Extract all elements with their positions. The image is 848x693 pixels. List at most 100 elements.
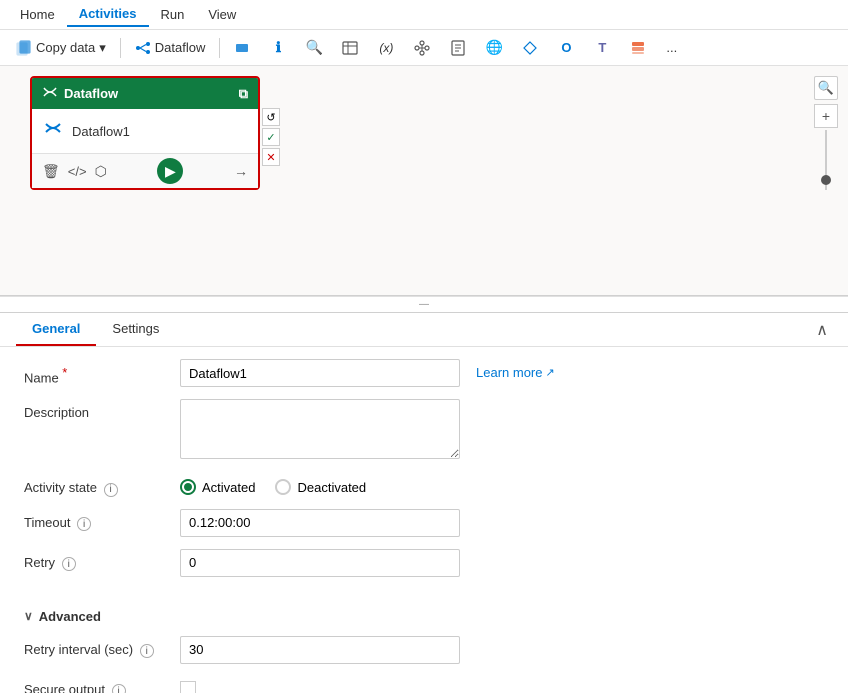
copy-data-button[interactable]: Copy data ▾ [8, 36, 114, 60]
name-row: Name * Learn more ↗ [24, 359, 824, 387]
toolbar-icon-btn-5[interactable]: (x) [370, 36, 402, 60]
activity-state-info-icon[interactable]: i [104, 483, 118, 497]
node-body: Dataflow1 [32, 109, 258, 153]
zoom-controls: + [814, 76, 838, 192]
name-control [180, 359, 460, 387]
tabs-bar: General Settings ∧ [0, 313, 848, 347]
retry-interval-row: Retry interval (sec) i [24, 636, 824, 664]
toolbar-icon-btn-11[interactable]: T [586, 36, 618, 60]
timeout-input[interactable] [180, 509, 460, 537]
deactivated-radio[interactable] [275, 479, 291, 495]
name-input[interactable] [180, 359, 460, 387]
node-code-icon[interactable]: </> [68, 164, 87, 179]
node-delete-icon[interactable]: 🗑 [42, 163, 60, 180]
more-icon: ... [666, 40, 677, 55]
learn-more-label: Learn more [476, 365, 542, 380]
toolbar-more-button[interactable]: ... [658, 36, 685, 59]
stack-icon [630, 40, 646, 56]
activated-label: Activated [202, 480, 255, 495]
toolbar-icon-btn-9[interactable] [514, 36, 546, 60]
activity-state-label: Activity state i [24, 474, 164, 497]
dataflow-node: Dataflow ⧉ ↺ ✓ ✕ Dataflow1 🗑 </> ⬡ [30, 76, 260, 190]
toolbar-icon-btn-1[interactable] [226, 36, 258, 60]
teams-icon: T [594, 40, 610, 56]
advanced-section-header[interactable]: ∨ Advanced [0, 601, 848, 632]
copy-data-chevron: ▾ [99, 40, 106, 56]
toolbar-icon-btn-3[interactable]: 🔍 [298, 36, 330, 60]
retry-interval-input[interactable] [180, 636, 460, 664]
menu-view[interactable]: View [196, 3, 248, 26]
deactivated-label: Deactivated [297, 480, 366, 495]
activated-radio[interactable] [180, 479, 196, 495]
copy-data-label: Copy data [36, 40, 95, 55]
zoom-in-button[interactable]: + [814, 104, 838, 128]
script-icon [450, 40, 466, 56]
flow-icon [414, 40, 430, 56]
description-input[interactable] [180, 399, 460, 459]
collapse-handle[interactable]: — [0, 296, 848, 312]
collapse-icon: — [419, 299, 429, 310]
learn-more-icon: ↗ [545, 366, 554, 379]
menu-run[interactable]: Run [149, 3, 197, 26]
retry-input[interactable] [180, 549, 460, 577]
node-activity-name: Dataflow1 [72, 124, 130, 139]
node-error-btn[interactable]: ✕ [262, 148, 280, 166]
dataflow-label: Dataflow [155, 40, 206, 55]
secure-output-control [180, 676, 460, 693]
node-title: Dataflow [64, 86, 118, 101]
node-header: Dataflow ⧉ [32, 78, 258, 109]
timeout-control [180, 509, 460, 537]
globe-icon: 🌐 [486, 40, 502, 56]
node-open-icon[interactable]: ⧉ [239, 86, 248, 102]
advanced-form: Retry interval (sec) i Secure output i S… [0, 632, 848, 693]
deactivated-option[interactable]: Deactivated [275, 479, 366, 495]
webhook-icon [522, 40, 538, 56]
tab-settings[interactable]: Settings [96, 313, 175, 346]
retry-control [180, 549, 460, 577]
toolbar-icon-btn-6[interactable] [406, 36, 438, 60]
retry-row: Retry i [24, 549, 824, 577]
toolbar-icon-btn-8[interactable]: 🌐 [478, 36, 510, 60]
secure-output-checkbox[interactable] [180, 681, 196, 693]
secure-output-info-icon[interactable]: i [112, 684, 126, 693]
description-label: Description [24, 399, 164, 420]
tab-collapse-button[interactable]: ∧ [812, 316, 832, 344]
learn-more-link[interactable]: Learn more ↗ [476, 359, 555, 380]
node-next-icon[interactable]: → [234, 163, 248, 179]
tabs-left: General Settings [16, 313, 175, 346]
activated-option[interactable]: Activated [180, 479, 255, 495]
copy-data-icon [16, 40, 32, 56]
timeout-info-icon[interactable]: i [77, 517, 91, 531]
secure-output-row: Secure output i [24, 676, 824, 693]
retry-info-icon[interactable]: i [62, 557, 76, 571]
node-header-icon [42, 84, 58, 103]
toolbar-icon-btn-10[interactable]: O [550, 36, 582, 60]
advanced-label: Advanced [39, 609, 101, 624]
description-control [180, 399, 460, 462]
dataflow-button[interactable]: Dataflow [127, 36, 214, 60]
activity-state-row: Activity state i Activated Deactivated [24, 474, 824, 497]
node-run-arrow[interactable]: ▶ [157, 158, 183, 184]
secure-output-label: Secure output i [24, 676, 164, 693]
form-area: Name * Learn more ↗ Description Activity… [0, 347, 848, 601]
toolbar-divider-2 [219, 38, 220, 58]
toolbar-icon-btn-7[interactable] [442, 36, 474, 60]
activity-state-control: Activated Deactivated [180, 474, 460, 495]
tab-general[interactable]: General [16, 313, 96, 346]
toolbar-icon-btn-2[interactable]: ℹ [262, 36, 294, 60]
toolbar-icon-btn-4[interactable] [334, 36, 366, 60]
variable-icon: (x) [378, 40, 394, 56]
node-bottom-icons: 🗑 </> ⬡ [42, 163, 107, 180]
outlook-icon: O [558, 40, 574, 56]
retry-interval-info-icon[interactable]: i [140, 644, 154, 658]
menu-activities[interactable]: Activities [67, 2, 149, 27]
node-nav-prev[interactable]: ↺ [262, 108, 280, 126]
node-copy-icon[interactable]: ⬡ [95, 163, 107, 180]
name-label: Name * [24, 359, 164, 385]
node-success-btn[interactable]: ✓ [262, 128, 280, 146]
timeout-label: Timeout i [24, 509, 164, 532]
menu-home[interactable]: Home [8, 3, 67, 26]
toolbar: Copy data ▾ Dataflow ℹ 🔍 [0, 30, 848, 66]
toolbar-icon-btn-12[interactable] [622, 36, 654, 60]
node-side-buttons: ↺ ✓ ✕ [262, 108, 280, 166]
